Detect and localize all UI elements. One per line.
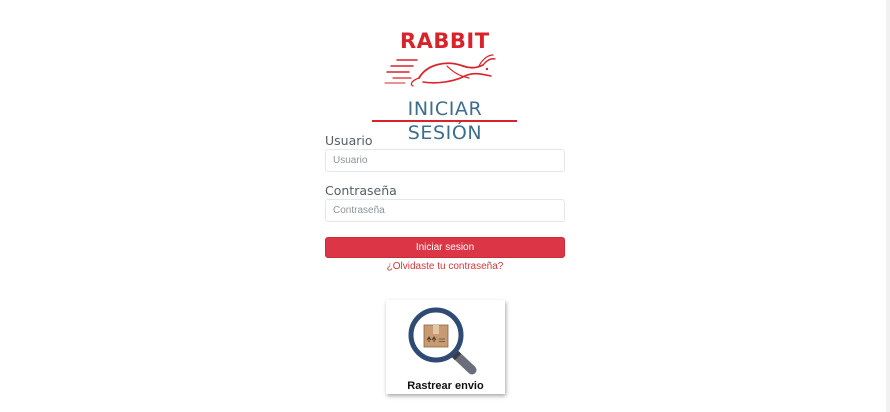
password-label: Contraseña [325,183,397,198]
title-underline [372,120,517,122]
username-label: Usuario [325,133,373,148]
login-page: RABBIT INICIAR SESIÓN Usuario Cont [0,0,890,412]
username-input[interactable] [325,149,565,172]
logo-text: RABBIT [400,29,490,53]
running-rabbit-icon [384,54,496,87]
rabbit-logo: RABBIT [383,28,501,90]
track-shipment-button[interactable]: Rastrear envio [386,300,505,394]
forgot-password-link[interactable]: ¿Olvidaste tu contraseña? [325,260,565,273]
window-edge [886,0,890,412]
package-search-icon [408,307,477,375]
password-input[interactable] [325,199,565,222]
login-button[interactable]: Iniciar sesion [325,237,565,258]
track-shipment-label: Rastrear envio [407,380,484,392]
